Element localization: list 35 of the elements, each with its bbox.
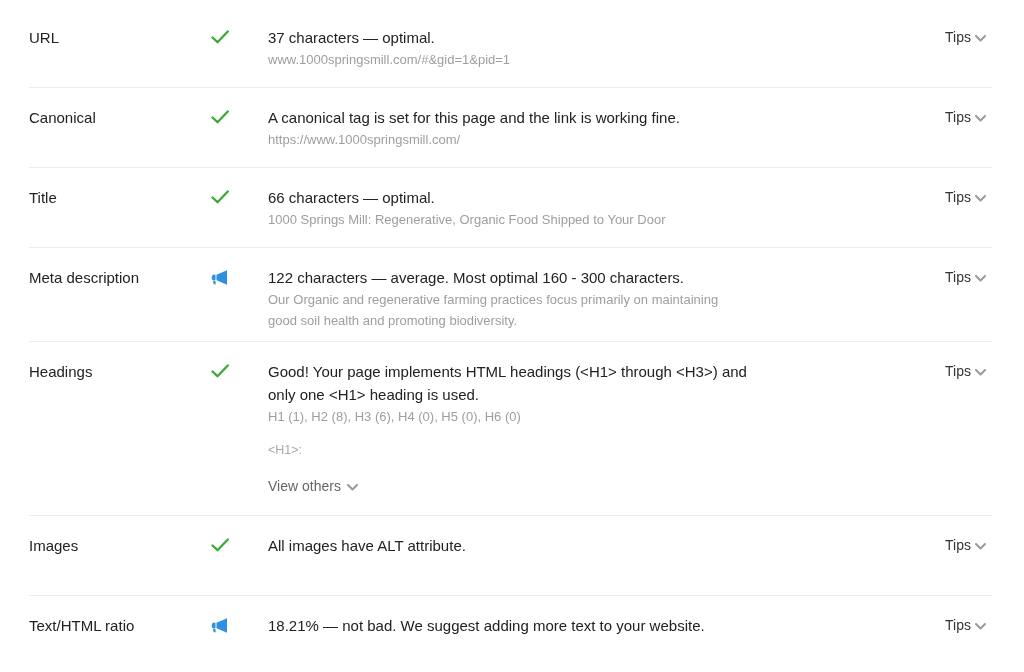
check-label: URL [29,28,59,48]
check-icon [211,538,229,552]
tips-button[interactable]: Tips [945,186,986,209]
check-label: Canonical [29,108,96,128]
megaphone-icon [211,618,227,633]
detail-text: 1000 Springs Mill: Regenerative, Organic Food Shipped to Your Door [268,211,666,229]
check-icon [211,30,229,44]
tips-button[interactable]: Tips [945,26,986,49]
detail-text: H1 (1), H2 (8), H3 (6), H4 (0), H5 (0), H6 (0) [268,408,521,426]
check-icon [211,190,229,204]
summary-text: 66 characters — optimal. [268,188,435,208]
detail-text: Our Organic and regenerative farming practices focus primarily on maintaining good soil health and promoting biodiversity. [268,291,720,330]
check-label: Images [29,536,79,556]
check-label: Headings [29,362,93,382]
check-icon [211,110,229,124]
summary-text: 18.21% — not bad. We suggest adding more text to your website. [268,616,705,636]
summary-text: 122 characters — average. Most optimal 160 - 300 characters. [268,268,685,288]
summary-text: Good! Your page implements HTML headings (<H1> through <H3>) and only one <H1> heading is used. [268,362,748,405]
summary-text: 37 characters — optimal. [268,28,435,48]
tips-button[interactable]: Tips [945,534,986,557]
tips-button[interactable]: Tips [945,106,986,129]
tips-button[interactable]: Tips [945,266,986,289]
detail-text: https://www.1000springsmill.com/ [268,131,461,149]
detail-text: www.1000springsmill.com/#&gid=1&pid=1 [268,51,511,69]
tips-button[interactable]: Tips [945,360,986,383]
summary-text: A canonical tag is set for this page and the link is working fine. [268,108,680,128]
megaphone-icon [211,270,227,285]
view-others-link[interactable]: View others [268,476,358,497]
heading-list-label: <H1>: [268,442,303,459]
check-label: Title [29,188,57,208]
tips-button[interactable]: Tips [945,614,986,637]
check-label: Text/HTML ratio [29,616,135,636]
check-label: Meta description [29,268,140,288]
check-icon [211,364,229,378]
summary-text: All images have ALT attribute. [268,536,466,556]
